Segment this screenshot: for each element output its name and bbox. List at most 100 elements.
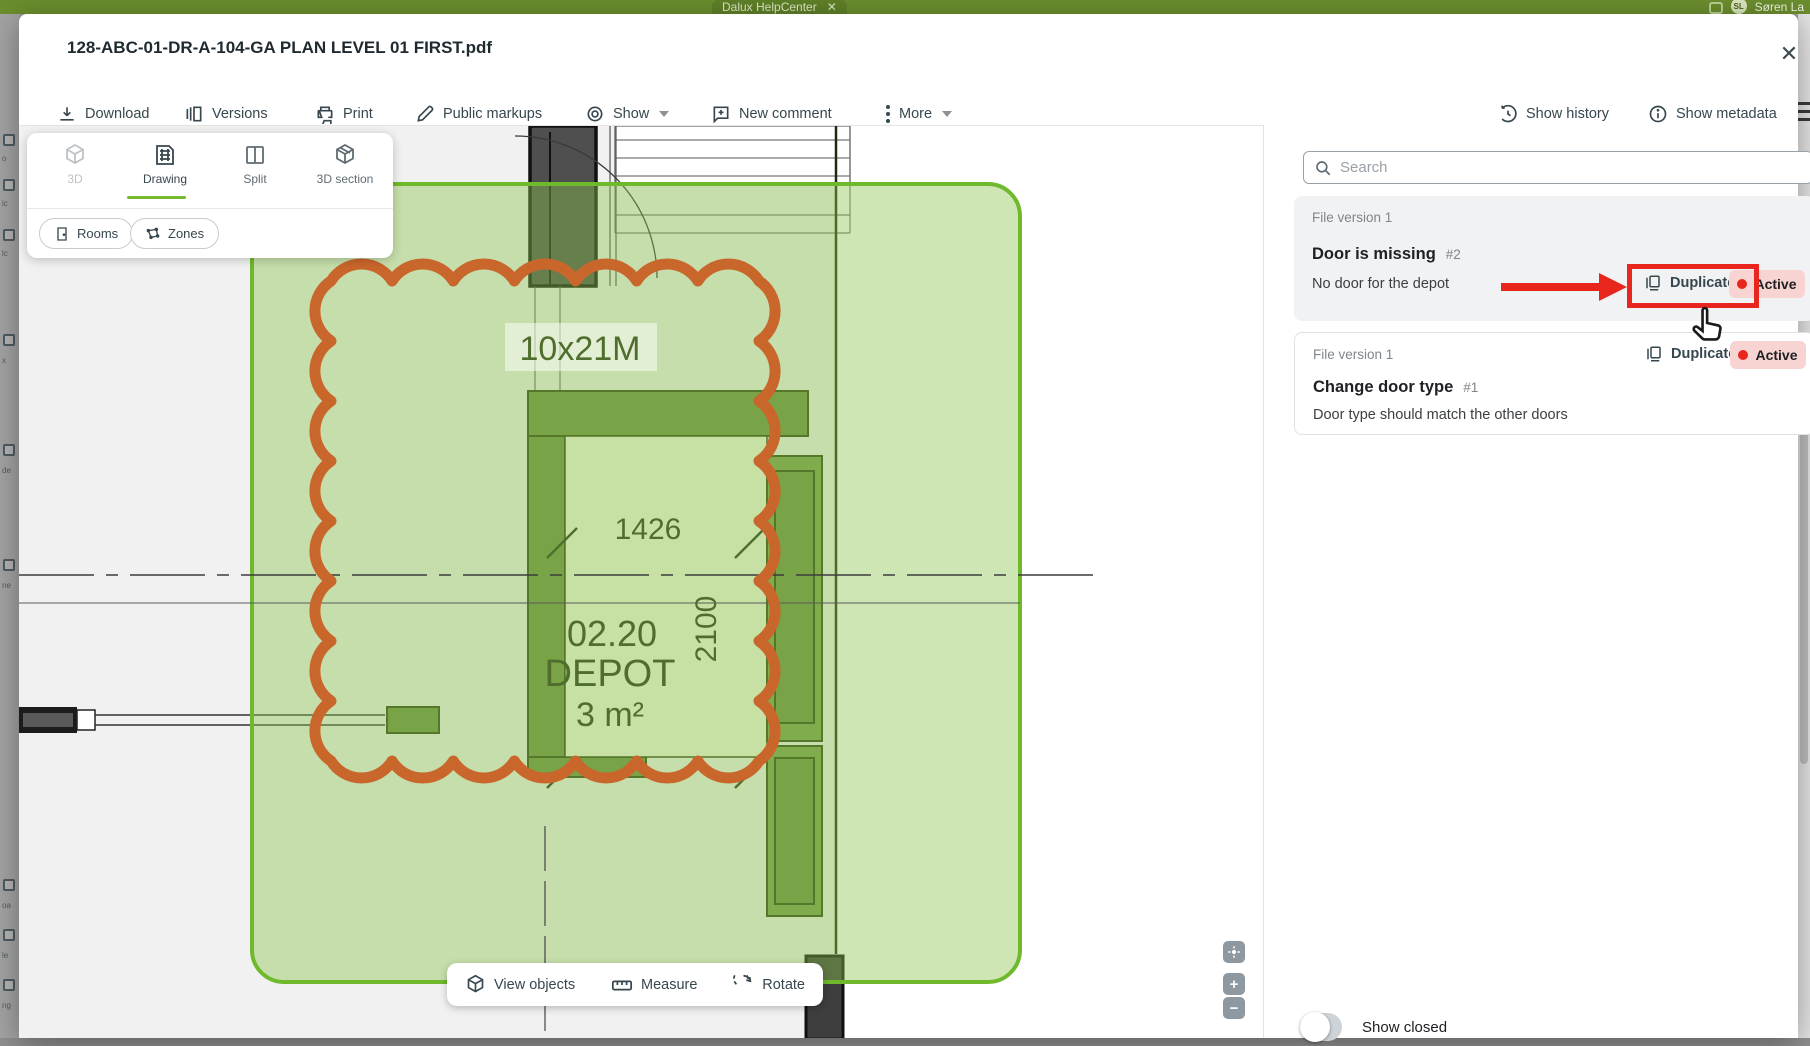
comment-card-1[interactable]: File version 1 Door is missing #2 No doo… <box>1294 196 1810 321</box>
rotate-button[interactable]: Rotate <box>733 974 805 995</box>
sidebar-fragment: ne <box>2 581 11 590</box>
sidebar-icon <box>3 229 15 241</box>
chevron-down-icon <box>942 111 952 117</box>
new-comment-icon <box>711 104 731 124</box>
fit-view-button[interactable] <box>1223 941 1245 963</box>
zones-button[interactable]: Zones <box>130 218 219 249</box>
tab-3d[interactable]: 3D <box>35 143 115 186</box>
comment-title: Door is missing <box>1312 245 1436 264</box>
versions-button[interactable]: Versions <box>184 100 268 128</box>
comments-panel: File version 1 Door is missing #2 No doo… <box>1264 125 1798 1038</box>
avatar[interactable]: SL <box>1731 0 1747 14</box>
search-input[interactable] <box>1340 159 1770 176</box>
close-button[interactable]: ✕ <box>1771 36 1807 72</box>
view-objects-button[interactable]: View objects <box>465 974 575 995</box>
dim-width-label: 1426 <box>615 513 682 546</box>
active-tab-underline <box>127 196 186 199</box>
window-cap <box>77 710 95 730</box>
pan-icon <box>1227 945 1241 959</box>
strip-line <box>1798 102 1810 105</box>
tab-split-label: Split <box>215 172 295 186</box>
sidebar-icon <box>3 879 15 891</box>
print-icon <box>315 104 335 124</box>
show-history-label: Show history <box>1526 106 1609 122</box>
search-icon <box>1314 159 1332 177</box>
print-button[interactable]: Print <box>315 100 373 128</box>
rotate-icon <box>733 974 754 995</box>
zones-label: Zones <box>168 226 204 241</box>
more-label: More <box>899 106 932 122</box>
sidebar-icon <box>3 444 15 456</box>
sidebar-icon <box>3 979 15 991</box>
toggle-knob[interactable] <box>1300 1012 1330 1042</box>
sidebar-icon <box>3 559 15 571</box>
document-title: 128-ABC-01-DR-A-104-GA PLAN LEVEL 01 FIR… <box>67 38 492 58</box>
show-closed-toggle[interactable] <box>1300 1013 1342 1041</box>
zoom-in-button[interactable]: + <box>1223 973 1245 995</box>
tab-close-icon[interactable]: ✕ <box>827 0 837 14</box>
sidebar-icon <box>3 179 15 191</box>
print-label: Print <box>343 106 373 122</box>
cube-icon <box>63 143 87 167</box>
show-history-button[interactable]: Show history <box>1498 100 1609 128</box>
tab-drawing-label: Drawing <box>125 172 205 186</box>
search-box[interactable] <box>1303 151 1810 184</box>
status-label: Active <box>1754 276 1796 292</box>
sidebar-fragment: ic <box>2 199 8 208</box>
tab-3d-section[interactable]: 3D section <box>305 143 385 186</box>
comment-card-2[interactable]: File version 1 Change door type #1 Door … <box>1294 332 1810 435</box>
tab-split[interactable]: Split <box>215 143 295 186</box>
app-header-user: SL Søren La <box>1709 0 1804 14</box>
show-metadata-button[interactable]: Show metadata <box>1648 100 1777 128</box>
file-viewer-modal: 128-ABC-01-DR-A-104-GA PLAN LEVEL 01 FIR… <box>19 14 1798 1038</box>
new-comment-button[interactable]: New comment <box>711 100 832 128</box>
new-comment-label: New comment <box>739 106 832 122</box>
view-objects-label: View objects <box>494 977 575 993</box>
header-ghost-icon <box>1709 2 1723 14</box>
sidebar-icon <box>3 134 15 146</box>
annotation-highlight-box <box>1627 264 1759 308</box>
more-button[interactable]: More <box>885 100 952 128</box>
sidebar-fragment: lc <box>2 249 8 258</box>
zone-polygon-icon <box>145 226 161 242</box>
cursor-hand-icon <box>1687 304 1729 350</box>
split-icon <box>243 143 267 167</box>
duplicate-icon <box>1645 345 1663 363</box>
public-markups-button[interactable]: Public markups <box>415 100 542 128</box>
strip-line <box>1798 118 1810 121</box>
room-name-label: DEPOT <box>545 653 676 695</box>
sidebar-fragment: oa <box>2 901 11 910</box>
tab-3d-section-label: 3D section <box>305 172 385 186</box>
cube-icon <box>465 974 486 995</box>
strip-line <box>1798 110 1810 113</box>
tab-drawing[interactable]: Drawing <box>125 143 205 186</box>
sidebar-icon <box>3 929 15 941</box>
sidebar-fragment: ng <box>2 1001 11 1010</box>
comment-number: #1 <box>1463 380 1478 395</box>
public-markups-label: Public markups <box>443 106 542 122</box>
screen: Dalux HelpCenter ✕ SL Søren La o ic lc x… <box>0 0 1810 1046</box>
download-button[interactable]: Download <box>57 100 150 128</box>
status-label: Active <box>1755 347 1797 363</box>
help-center-tab-label: Dalux HelpCenter <box>722 0 817 14</box>
drawing-canvas[interactable]: 10x21M 1426 2100 02.20 DEPOT 3 m² <box>19 125 1263 1038</box>
help-center-tab[interactable]: Dalux HelpCenter ✕ <box>712 0 847 14</box>
measure-label: Measure <box>641 977 697 993</box>
canvas-toolbar: View objects Measure Rotate <box>447 963 823 1006</box>
show-button[interactable]: Show <box>585 100 669 128</box>
versions-icon <box>184 104 204 124</box>
sidebar-fragment: o <box>2 154 6 163</box>
tab-3d-label: 3D <box>35 172 115 186</box>
download-label: Download <box>85 106 150 122</box>
zoom-out-button[interactable]: − <box>1223 997 1245 1019</box>
rooms-button[interactable]: Rooms <box>39 218 133 249</box>
door-icon <box>54 226 70 242</box>
stair-shaft <box>615 126 850 184</box>
show-closed-label: Show closed <box>1362 1019 1447 1036</box>
zone-overlay[interactable] <box>252 184 1020 982</box>
info-icon <box>1648 104 1668 124</box>
measure-button[interactable]: Measure <box>611 974 697 996</box>
ruler-icon <box>611 974 633 996</box>
floor-plan: 10x21M 1426 2100 02.20 DEPOT 3 m² <box>19 126 1263 1038</box>
rooms-label: Rooms <box>77 226 118 241</box>
